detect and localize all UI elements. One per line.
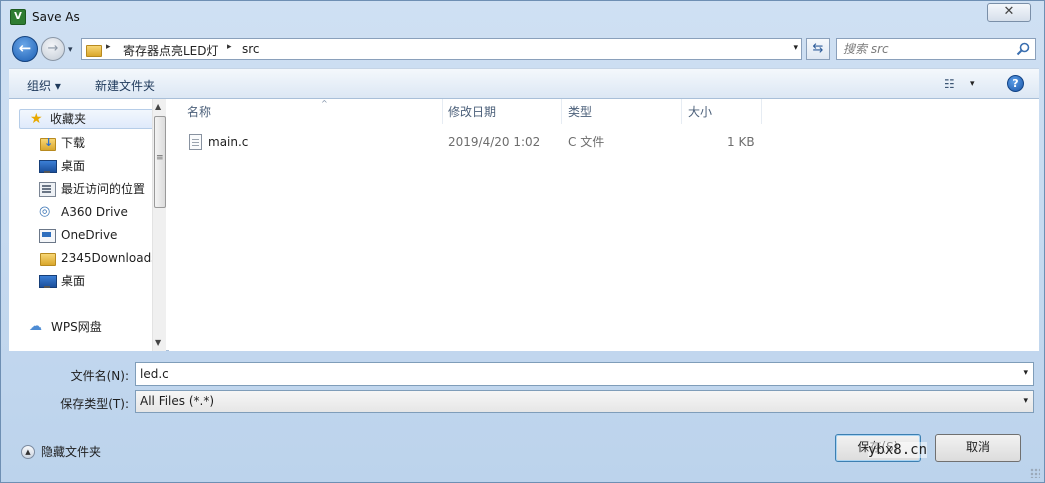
view-options-icon[interactable]: ☷: [944, 77, 960, 91]
refresh-button[interactable]: ⇆: [806, 38, 830, 60]
help-icon[interactable]: ?: [1007, 75, 1024, 92]
file-type: C 文件: [568, 135, 605, 149]
nav-item-label: A360 Drive: [61, 205, 128, 219]
desktop-icon: [39, 159, 57, 173]
column-header-size[interactable]: 大小: [682, 99, 762, 124]
nav-scrollbar[interactable]: ▲ ▼: [152, 99, 166, 351]
nav-item-label: 桌面: [61, 274, 86, 288]
onedrive-icon: [39, 228, 56, 243]
scroll-down-icon[interactable]: ▼: [155, 338, 161, 347]
address-row: ← → ▾ ▸ 寄存器点亮LED灯 ▸ src ▾ ⇆: [1, 34, 1044, 64]
nav-item-onedrive[interactable]: OneDrive: [39, 226, 154, 244]
organize-button[interactable]: 组织 ▾: [27, 77, 61, 94]
filetype-dropdown-icon[interactable]: ▾: [1023, 396, 1028, 406]
star-icon: ★: [30, 111, 43, 127]
search-icon[interactable]: [1016, 42, 1030, 56]
command-bar: 组织 ▾ 新建文件夹 ☷ ▾ ?: [9, 68, 1039, 99]
nav-item-label: 桌面: [61, 159, 86, 173]
desktop-icon: [39, 274, 57, 288]
table-row[interactable]: main.c 2019/4/20 1:02 C 文件 1 KB: [179, 131, 1019, 153]
file-name: main.c: [208, 135, 249, 149]
browser-body: ★ 收藏夹 下载 桌面 最近访问的位置 ◎ A360 Drive OneD: [9, 99, 1039, 351]
nav-item-label: 2345Downloads: [61, 251, 154, 265]
new-folder-button[interactable]: 新建文件夹: [95, 77, 155, 94]
nav-item-2345downloads[interactable]: 2345Downloads: [39, 249, 154, 267]
filename-dropdown-icon[interactable]: ▾: [1023, 368, 1028, 378]
nav-item-label: WPS网盘: [51, 320, 102, 334]
hide-folders-label: 隐藏文件夹: [41, 445, 102, 459]
breadcrumb-item[interactable]: src: [242, 42, 260, 56]
folder-icon: [86, 42, 102, 57]
filetype-select[interactable]: All Files (*.*) ▾: [135, 390, 1034, 413]
file-size: 1 KB: [727, 135, 755, 149]
column-header-name[interactable]: 名称 ^: [181, 99, 443, 124]
nav-item-a360-drive[interactable]: ◎ A360 Drive: [39, 203, 154, 221]
forward-button[interactable]: →: [41, 37, 65, 61]
address-bar[interactable]: ▸ 寄存器点亮LED灯 ▸ src ▾: [81, 38, 802, 60]
watermark-text: ybx8.cn: [868, 442, 928, 458]
filetype-label: 保存类型(T):: [60, 397, 129, 411]
nav-item-downloads[interactable]: 下载: [39, 134, 154, 152]
nav-item-label: 下载: [61, 136, 86, 150]
filename-label: 文件名(N):: [70, 369, 129, 383]
nav-item-desktop-2[interactable]: 桌面: [39, 272, 154, 290]
nav-item-label: 最近访问的位置: [61, 182, 146, 196]
title-bar: V Save As ✕: [1, 1, 1044, 33]
scroll-up-icon[interactable]: ▲: [155, 102, 161, 111]
scroll-thumb[interactable]: [154, 116, 166, 208]
text-file-icon: [189, 134, 202, 150]
recent-pages-dropdown[interactable]: ▾: [68, 45, 73, 55]
nav-item-label: OneDrive: [61, 228, 118, 242]
column-header-type[interactable]: 类型: [562, 99, 682, 124]
cloud-icon: ☁: [29, 319, 42, 334]
filename-input[interactable]: [140, 366, 1000, 382]
recent-places-icon: [39, 182, 56, 197]
file-modified-date: 2019/4/20 1:02: [448, 135, 541, 149]
cancel-button[interactable]: 取消: [935, 434, 1021, 462]
filetype-value: All Files (*.*): [140, 394, 215, 408]
column-header-date[interactable]: 修改日期: [442, 99, 562, 124]
address-dropdown-icon[interactable]: ▾: [793, 43, 798, 53]
folder-icon: [39, 251, 56, 266]
resize-grip[interactable]: [1030, 468, 1040, 478]
file-list: 名称 ^ 修改日期 类型 大小 main.c 2019/4/20 1:02 C …: [169, 99, 1039, 351]
app-icon: V: [10, 9, 26, 25]
view-dropdown-icon[interactable]: ▾: [970, 79, 975, 89]
breadcrumb-separator-icon[interactable]: ▸: [227, 42, 232, 52]
sort-ascending-icon: ^: [321, 99, 328, 108]
download-folder-icon: [39, 134, 56, 152]
window-title: Save As: [32, 10, 80, 24]
save-as-dialog: V Save As ✕ ← → ▾ ▸ 寄存器点亮LED灯 ▸ src ▾ ⇆ …: [0, 0, 1045, 483]
breadcrumb-separator-icon[interactable]: ▸: [106, 42, 111, 52]
nav-item-label: 收藏夹: [50, 112, 87, 126]
nav-favorites[interactable]: ★ 收藏夹: [19, 109, 154, 129]
filename-field[interactable]: ▾: [135, 362, 1034, 386]
column-header-label: 名称: [187, 105, 212, 119]
search-box[interactable]: [836, 38, 1036, 60]
nav-item-desktop[interactable]: 桌面: [39, 157, 154, 175]
close-button[interactable]: ✕: [987, 3, 1031, 22]
a360-drive-icon: ◎: [39, 204, 51, 219]
breadcrumb-item[interactable]: 寄存器点亮LED灯: [123, 42, 219, 59]
navigation-pane: ★ 收藏夹 下载 桌面 最近访问的位置 ◎ A360 Drive OneD: [9, 99, 166, 351]
search-input[interactable]: [843, 41, 1013, 57]
nav-item-wps-cloud[interactable]: ☁ WPS网盘: [29, 318, 144, 336]
nav-item-recent-places[interactable]: 最近访问的位置: [39, 180, 154, 198]
chevron-up-icon: ▲: [21, 445, 35, 459]
back-button[interactable]: ←: [12, 36, 38, 62]
